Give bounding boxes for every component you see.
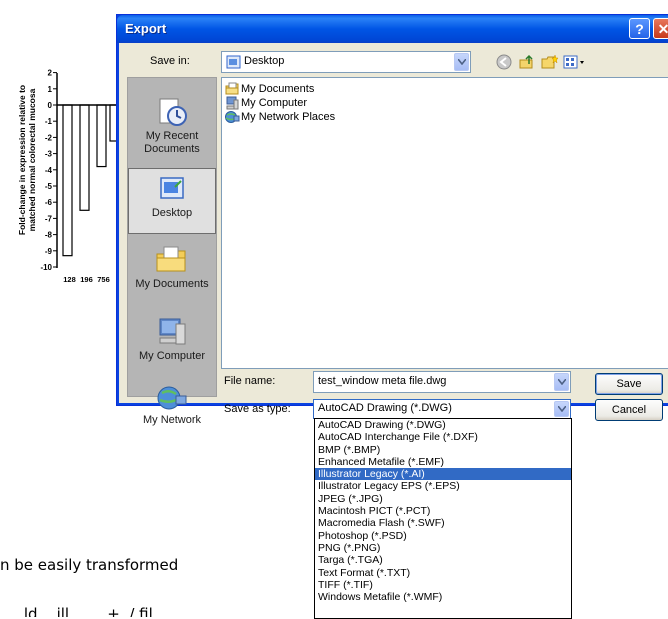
export-dialog: Export ? ✕ Save in: Desktop My Recent Do… xyxy=(116,14,668,426)
folder-icon xyxy=(225,82,239,95)
desktop-icon xyxy=(160,177,184,199)
save-as-type-option[interactable]: Windows Metafile (*.WMF) xyxy=(315,591,571,603)
chart-y-tick-label: -1 xyxy=(45,117,53,126)
chart-ylabel-line2: matched normal colorectal mucosa xyxy=(27,88,37,231)
chart-ylabel-line1: Fold-change in expression relative to xyxy=(17,85,27,235)
place-desktop[interactable]: Desktop xyxy=(128,168,216,234)
background-text-line2: ... .ld ...ill ... ...+ ./ fil xyxy=(0,605,153,617)
chart-y-tick-label: -3 xyxy=(45,150,53,159)
dialog-title: Export xyxy=(125,21,167,36)
save-as-type-option[interactable]: Macintosh PICT (*.PCT) xyxy=(315,505,571,517)
save-as-type-option[interactable]: AutoCAD Drawing (*.DWG) xyxy=(315,419,571,431)
save-as-type-option[interactable]: Enhanced Metafile (*.EMF) xyxy=(315,456,571,468)
my-network-icon xyxy=(157,386,187,410)
place-my-recent-documents[interactable]: My Recent Documents xyxy=(128,96,216,156)
places-bar: My Recent Documents Desktop My Documents xyxy=(127,77,217,426)
chart-y-ticks: 2 1 0 -1 -2 -3 -4 -5 -6 -7 -8 -9 -10 xyxy=(40,69,57,272)
save-as-type-option[interactable]: PNG (*.PNG) xyxy=(315,542,571,554)
place-label: Desktop xyxy=(151,207,193,219)
place-my-computer[interactable]: My Computer xyxy=(128,316,216,363)
place-my-network[interactable]: My Network xyxy=(128,384,216,427)
chevron-down-icon[interactable] xyxy=(454,53,469,71)
save-in-value: Desktop xyxy=(244,55,285,67)
chart-x-tick-label: 196 xyxy=(80,275,93,284)
back-icon[interactable] xyxy=(496,54,512,70)
save-as-type-option[interactable]: JPEG (*.JPG) xyxy=(315,493,571,505)
file-name-value[interactable]: test_window meta file.dwg xyxy=(318,375,446,387)
save-as-type-option[interactable]: AutoCAD Interchange File (*.DXF) xyxy=(315,431,571,443)
save-in-label: Save in: xyxy=(150,55,190,67)
chart-x-ticks: 128 196 756 xyxy=(63,275,110,284)
chart-y-tick-label: -8 xyxy=(45,231,53,240)
chart-y-tick-label: -6 xyxy=(45,198,53,207)
save-as-type-label: Save as type: xyxy=(224,403,291,415)
recent-documents-icon xyxy=(159,98,187,126)
my-computer-icon xyxy=(159,318,186,345)
network-icon xyxy=(225,111,240,123)
file-name-label: File name: xyxy=(224,375,276,387)
chevron-down-icon[interactable] xyxy=(554,373,569,391)
chart-y-tick-label: -9 xyxy=(45,247,53,256)
cancel-button[interactable]: Cancel xyxy=(595,399,663,421)
save-as-type-list: AutoCAD Drawing (*.DWG) AutoCAD Interchan… xyxy=(314,418,572,619)
up-folder-icon[interactable] xyxy=(519,54,535,70)
chart-y-tick-label: -4 xyxy=(45,166,53,175)
chart-y-tick-label: -7 xyxy=(45,214,53,223)
place-label: My Recent xyxy=(145,130,199,142)
background-text-line1: n be easily transformed xyxy=(0,556,179,574)
chart-y-tick-label: 1 xyxy=(48,85,53,94)
save-as-type-option[interactable]: Text Format (*.TXT) xyxy=(315,567,571,579)
chart-y-tick-label: -2 xyxy=(45,133,53,142)
place-my-documents[interactable]: My Documents xyxy=(128,244,216,291)
file-name: My Documents xyxy=(241,83,315,95)
save-as-type-option[interactable]: Macromedia Flash (*.SWF) xyxy=(315,517,571,529)
save-as-type-dropdown[interactable]: AutoCAD Drawing (*.DWG) xyxy=(313,399,571,419)
my-documents-icon xyxy=(156,246,186,272)
place-label: My Computer xyxy=(138,350,206,362)
save-as-type-option[interactable]: Illustrator Legacy (*.AI) xyxy=(315,468,571,481)
close-button[interactable]: ✕ xyxy=(653,18,668,39)
save-as-type-option[interactable]: BMP (*.BMP) xyxy=(315,444,571,456)
place-label: My Documents xyxy=(135,278,209,290)
file-list[interactable]: My Documents My Computer My Network Plac… xyxy=(221,77,668,369)
background-bar-chart: Fold-change in expression relative to ma… xyxy=(17,69,125,284)
file-name-input[interactable]: test_window meta file.dwg xyxy=(313,371,571,393)
chart-y-tick-label: 2 xyxy=(48,69,53,78)
chart-x-tick-label: 756 xyxy=(97,275,110,284)
save-as-type-option[interactable]: Illustrator Legacy EPS (*.EPS) xyxy=(315,480,571,492)
save-in-dropdown[interactable]: Desktop xyxy=(221,51,471,73)
chart-bars xyxy=(62,104,120,257)
place-label: Documents xyxy=(144,143,200,155)
desktop-folder-icon xyxy=(226,55,241,69)
chevron-down-icon[interactable] xyxy=(554,401,569,417)
chart-y-tick-label: 0 xyxy=(48,101,53,110)
save-as-type-value: AutoCAD Drawing (*.DWG) xyxy=(318,402,452,414)
file-name: My Network Places xyxy=(241,111,336,123)
computer-icon xyxy=(226,96,239,110)
new-folder-icon[interactable] xyxy=(541,54,559,70)
save-as-type-option[interactable]: Targa (*.TGA) xyxy=(315,554,571,566)
view-menu-icon[interactable] xyxy=(563,54,587,70)
help-button[interactable]: ? xyxy=(629,18,650,39)
title-bar[interactable]: Export ? ✕ xyxy=(117,15,668,43)
chart-x-tick-label: 128 xyxy=(63,275,76,284)
chart-bar xyxy=(96,104,107,168)
save-as-type-option[interactable]: TIFF (*.TIF) xyxy=(315,579,571,591)
save-as-type-option[interactable]: Photoshop (*.PSD) xyxy=(315,530,571,542)
save-button[interactable]: Save xyxy=(595,373,663,395)
chart-bar xyxy=(79,104,90,211)
chart-y-tick-label: -5 xyxy=(45,182,53,191)
chart-y-tick-label: -10 xyxy=(40,263,52,272)
file-name: My Computer xyxy=(241,97,308,109)
chart-bar xyxy=(62,104,73,257)
place-label: My Network xyxy=(142,414,202,426)
